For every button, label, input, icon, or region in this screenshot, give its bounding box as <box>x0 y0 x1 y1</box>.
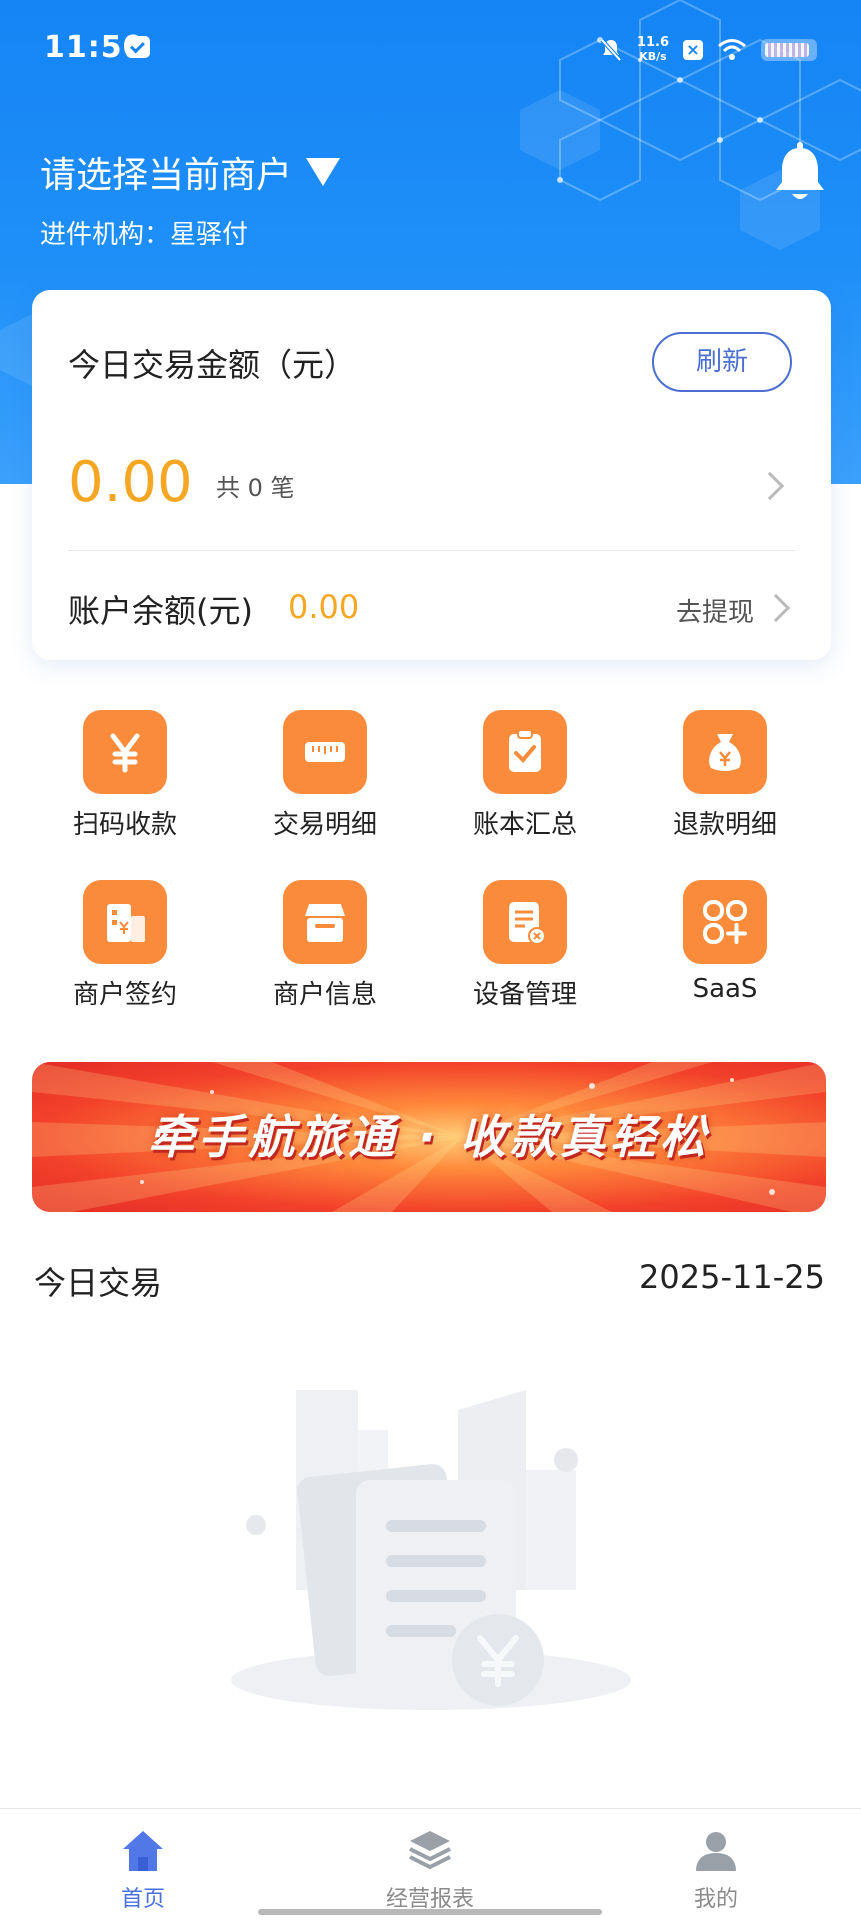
org-info: 进件机构：星驿付 <box>40 214 248 251</box>
nav-item-reports[interactable]: 经营报表 <box>350 1827 510 1913</box>
document-x-icon <box>483 880 567 964</box>
grid-item-label: 商户签约 <box>72 980 177 1010</box>
transaction-summary-card: 今日交易金额（元） 刷新 0.00 共 0 笔 账户余额(元) 0.00 去提现 <box>32 290 831 660</box>
withdraw-chevron-icon[interactable] <box>761 593 791 623</box>
grid-item-merchant-sign[interactable]: 商户签约 <box>25 880 225 1011</box>
nav-label: 我的 <box>693 1887 738 1912</box>
layers-icon <box>409 1831 451 1870</box>
nav-item-mine[interactable]: 我的 <box>636 1827 796 1913</box>
grid-item-label: SaaS <box>692 974 758 1004</box>
message-notification-icon <box>126 36 150 58</box>
chevron-right-icon[interactable] <box>755 471 785 501</box>
bottom-navigation: 首页 经营报表 我的 <box>0 1808 861 1920</box>
grid-item-label: 退款明细 <box>672 810 777 840</box>
today-date[interactable]: 2025-11-25 <box>639 1258 825 1296</box>
user-icon <box>696 1832 736 1871</box>
store-icon <box>283 880 367 964</box>
grid-item-device-management[interactable]: 设备管理 <box>425 880 625 1011</box>
apps-plus-icon <box>683 880 767 964</box>
card-divider <box>68 550 795 551</box>
grid-item-label: 扫码收款 <box>72 810 177 840</box>
ruler-icon <box>283 710 367 794</box>
promo-banner[interactable]: 牵手航旅通 · 收款真轻松 <box>32 1062 826 1212</box>
merchant-select-label: 请选择当前商户 <box>40 155 293 196</box>
home-indicator <box>258 1909 602 1915</box>
grid-item-transaction-detail[interactable]: 交易明细 <box>225 710 425 841</box>
grid-item-merchant-info[interactable]: 商户信息 <box>225 880 425 1011</box>
grid-item-label: 交易明细 <box>272 810 377 840</box>
empty-state-illustration <box>231 1390 631 1710</box>
clipboard-check-icon <box>483 710 567 794</box>
today-amount-title: 今日交易金额（元） <box>68 346 357 384</box>
yen-icon <box>83 710 167 794</box>
network-speed: 11.6 KB/s <box>636 35 669 64</box>
battery-icon <box>761 39 817 61</box>
grid-item-refund-detail[interactable]: 退款明细 <box>625 710 825 841</box>
today-transactions-label: 今日交易 <box>34 1264 163 1302</box>
merchant-selector[interactable]: 请选择当前商户 <box>40 146 341 198</box>
wifi-icon <box>718 39 746 60</box>
dropdown-triangle-icon <box>306 158 341 186</box>
money-bag-icon <box>683 710 767 794</box>
grid-item-label: 商户信息 <box>272 980 377 1010</box>
nav-item-home[interactable]: 首页 <box>63 1827 223 1913</box>
grid-item-label: 账本汇总 <box>472 810 577 840</box>
grid-item-saas[interactable]: SaaS <box>625 880 825 1004</box>
balance-label: 账户余额(元) <box>68 592 253 630</box>
mute-bell-icon <box>600 38 622 62</box>
nav-label: 首页 <box>120 1887 165 1912</box>
banner-text: 牵手航旅通 · 收款真轻松 <box>148 1110 710 1164</box>
balance-value: 0.00 <box>288 588 360 626</box>
grid-item-label: 设备管理 <box>472 980 577 1010</box>
grid-item-ledger-summary[interactable]: 账本汇总 <box>425 710 625 841</box>
status-bar: 11:50 11.6 KB/s × <box>0 0 861 100</box>
notification-bell-icon[interactable] <box>774 142 826 202</box>
withdraw-link[interactable]: 去提现 <box>676 592 754 629</box>
today-amount-value[interactable]: 0.00 <box>68 450 193 515</box>
home-icon <box>123 1831 163 1871</box>
grid-item-scan-pay[interactable]: 扫码收款 <box>25 710 225 841</box>
transaction-count: 共 0 笔 <box>216 474 295 502</box>
org-label: 进件机构： <box>40 220 171 250</box>
status-indicators: 11.6 KB/s × <box>599 34 817 66</box>
refresh-button[interactable]: 刷新 <box>652 332 792 392</box>
building-yen-icon <box>83 880 167 964</box>
org-value: 星驿付 <box>170 220 249 250</box>
x-notification-icon: × <box>683 40 703 60</box>
